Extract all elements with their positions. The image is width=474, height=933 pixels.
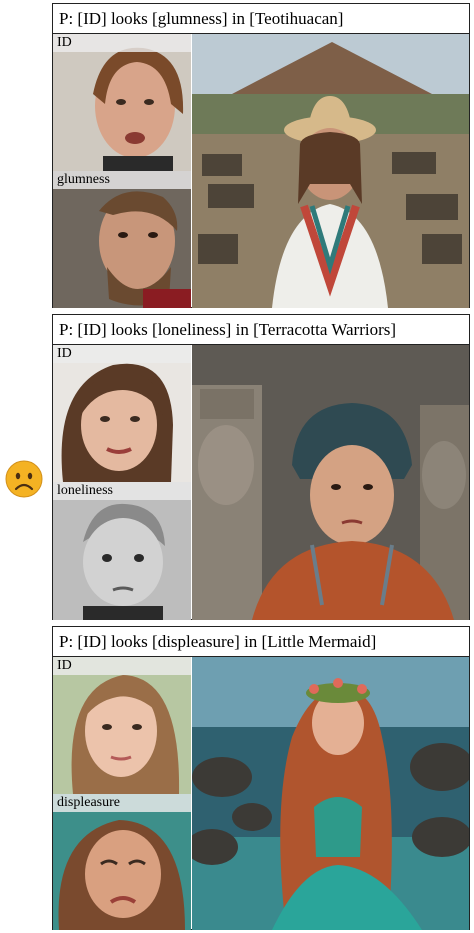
id-label: ID xyxy=(53,34,191,52)
id-face-image: ID xyxy=(53,345,191,482)
panel-teotihuacan: P: [ID] looks [glumness] in [Teotihuacan… xyxy=(52,3,470,308)
id-label: ID xyxy=(53,657,191,675)
emotion-face-image: displeasure xyxy=(53,794,191,930)
prompt-caption: P: [ID] looks [loneliness] in [Terracott… xyxy=(53,315,469,345)
generated-scene-image xyxy=(192,657,469,930)
generated-scene-image xyxy=(192,34,469,308)
prompt-caption: P: [ID] looks [displeasure] in [Little M… xyxy=(53,627,469,657)
id-face-image: ID xyxy=(53,34,191,171)
generated-scene-image xyxy=(192,345,469,620)
sad-face-icon xyxy=(5,460,43,498)
prompt-caption: P: [ID] looks [glumness] in [Teotihuacan… xyxy=(53,4,469,34)
emotion-label: glumness xyxy=(53,171,191,189)
emotion-face-image: glumness xyxy=(53,171,191,308)
panel-terracotta-warriors: P: [ID] looks [loneliness] in [Terracott… xyxy=(52,314,470,620)
emotion-face-image: loneliness xyxy=(53,482,191,620)
id-face-image: ID xyxy=(53,657,191,794)
emotion-label: displeasure xyxy=(53,794,191,812)
id-label: ID xyxy=(53,345,191,363)
panel-little-mermaid: P: [ID] looks [displeasure] in [Little M… xyxy=(52,626,470,930)
emotion-label: loneliness xyxy=(53,482,191,500)
